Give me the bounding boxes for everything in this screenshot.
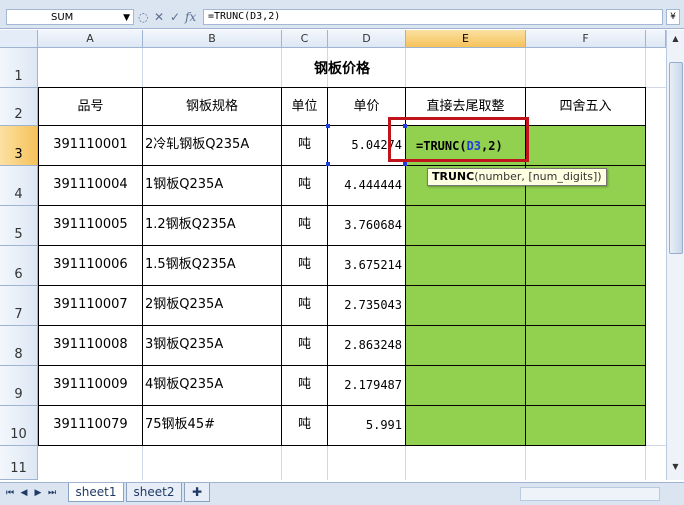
enter-check-icon[interactable]: ✓	[170, 10, 180, 24]
unit-cell[interactable]: 吨	[282, 166, 328, 206]
item-no-cell[interactable]: 391110004	[38, 166, 143, 206]
item-no-cell[interactable]: 391110008	[38, 326, 143, 366]
row-header-2[interactable]: 2	[0, 88, 38, 126]
row-header-1[interactable]: 1	[0, 48, 38, 88]
row-header-9[interactable]: 9	[0, 366, 38, 406]
item-no-cell[interactable]: 391110009	[38, 366, 143, 406]
truncate-cell[interactable]	[406, 366, 526, 406]
tab-sheet1[interactable]: sheet1	[68, 483, 124, 502]
sheet-tab-bar: ⏮ ◀ ▶ ⏭ sheet1 sheet2 ✚	[0, 482, 684, 505]
column-header-c[interactable]: C	[282, 30, 328, 48]
first-sheet-icon[interactable]: ⏮	[4, 487, 16, 499]
cancel-icon[interactable]: ✕	[154, 10, 164, 24]
price-cell[interactable]: 3.675214	[328, 246, 406, 286]
round-cell[interactable]	[526, 206, 646, 246]
spec-cell[interactable]: 3钢板Q235A	[143, 326, 282, 366]
item-no-cell[interactable]: 391110007	[38, 286, 143, 326]
tab-sheet2[interactable]: sheet2	[126, 483, 182, 502]
round-cell[interactable]	[526, 366, 646, 406]
insert-sheet-icon[interactable]: ✚	[184, 483, 210, 502]
round-cell[interactable]	[526, 126, 646, 166]
truncate-cell[interactable]	[406, 206, 526, 246]
name-box[interactable]: SUM ▼	[6, 9, 134, 25]
column-header-d[interactable]: D	[328, 30, 406, 48]
row-header-10[interactable]: 10	[0, 406, 38, 446]
chevron-down-icon[interactable]: ▼	[123, 10, 130, 26]
row-header-8[interactable]: 8	[0, 326, 38, 366]
unit-cell[interactable]: 吨	[282, 326, 328, 366]
truncate-cell[interactable]	[406, 246, 526, 286]
scroll-thumb[interactable]	[669, 62, 683, 254]
round-cell[interactable]	[526, 246, 646, 286]
header-cell-item-no[interactable]: 品号	[38, 87, 143, 126]
round-cell[interactable]	[526, 286, 646, 326]
round-cell[interactable]	[526, 326, 646, 366]
scroll-up-icon[interactable]: ▲	[668, 32, 683, 46]
column-header-e[interactable]: E	[406, 30, 526, 48]
row-header-5[interactable]: 5	[0, 206, 38, 246]
unit-cell[interactable]: 吨	[282, 406, 328, 446]
column-header-f[interactable]: F	[526, 30, 646, 48]
unit-cell[interactable]: 吨	[282, 286, 328, 326]
spec-cell[interactable]: 75钢板45#	[143, 406, 282, 446]
row-header-11[interactable]: 11	[0, 446, 38, 480]
prev-sheet-icon[interactable]: ◀	[18, 487, 30, 499]
spec-cell[interactable]: 1钢板Q235A	[143, 166, 282, 206]
spec-cell[interactable]: 4钢板Q235A	[143, 366, 282, 406]
unit-cell[interactable]: 吨	[282, 206, 328, 246]
price-cell[interactable]: 2.735043	[328, 286, 406, 326]
header-cell-spec[interactable]: 钢板规格	[143, 87, 282, 126]
formula-bar: SUM ▼ ◌ ✕ ✓ fx =TRUNC(D3,2) ¥	[0, 0, 684, 29]
last-sheet-icon[interactable]: ⏭	[46, 487, 58, 499]
expand-formula-bar-icon[interactable]: ¥	[666, 9, 680, 25]
header-cell-unit[interactable]: 单位	[282, 87, 328, 126]
row-header-3[interactable]: 3	[0, 126, 38, 166]
unit-cell[interactable]: 吨	[282, 126, 328, 166]
next-sheet-icon[interactable]: ▶	[32, 487, 44, 499]
price-cell[interactable]: 4.444444	[328, 166, 406, 206]
sheet-title[interactable]: 钢板价格	[38, 48, 646, 88]
spec-cell[interactable]: 2冷轧钢板Q235A	[143, 126, 282, 166]
row-header-4[interactable]: 4	[0, 166, 38, 206]
price-cell[interactable]: 5.991	[328, 406, 406, 446]
circle-icon: ◌	[138, 10, 149, 24]
truncate-cell[interactable]	[406, 406, 526, 446]
row-header-7[interactable]: 7	[0, 286, 38, 326]
select-all-corner[interactable]	[0, 30, 38, 48]
header-cell-round[interactable]: 四舍五入	[526, 87, 646, 126]
price-cell[interactable]: 2.179487	[328, 366, 406, 406]
item-no-cell[interactable]: 391110079	[38, 406, 143, 446]
column-header-a[interactable]: A	[38, 30, 143, 48]
item-no-cell[interactable]: 391110001	[38, 126, 143, 166]
truncate-cell[interactable]	[406, 286, 526, 326]
name-box-value: SUM	[51, 12, 74, 23]
price-cell[interactable]: 2.863248	[328, 326, 406, 366]
column-header-g[interactable]	[646, 30, 666, 48]
function-tooltip[interactable]: TRUNC(number, [num_digits])	[427, 168, 607, 186]
insert-function-icon[interactable]: fx	[185, 10, 196, 24]
scroll-down-icon[interactable]: ▼	[668, 460, 683, 474]
unit-cell[interactable]: 吨	[282, 366, 328, 406]
unit-cell[interactable]: 吨	[282, 246, 328, 286]
round-cell[interactable]	[526, 406, 646, 446]
spec-cell[interactable]: 1.2钢板Q235A	[143, 206, 282, 246]
row-header-6[interactable]: 6	[0, 246, 38, 286]
spec-cell[interactable]: 2钢板Q235A	[143, 286, 282, 326]
price-cell[interactable]: 3.760684	[328, 206, 406, 246]
highlight-box	[388, 117, 529, 162]
truncate-cell[interactable]	[406, 326, 526, 366]
item-no-cell[interactable]: 391110005	[38, 206, 143, 246]
spec-cell[interactable]: 1.5钢板Q235A	[143, 246, 282, 286]
item-no-cell[interactable]: 391110006	[38, 246, 143, 286]
formula-input[interactable]: =TRUNC(D3,2)	[203, 9, 663, 25]
vertical-scrollbar[interactable]: ▲ ▼	[666, 30, 684, 480]
horizontal-scrollbar[interactable]	[520, 487, 660, 501]
column-header-b[interactable]: B	[143, 30, 282, 48]
